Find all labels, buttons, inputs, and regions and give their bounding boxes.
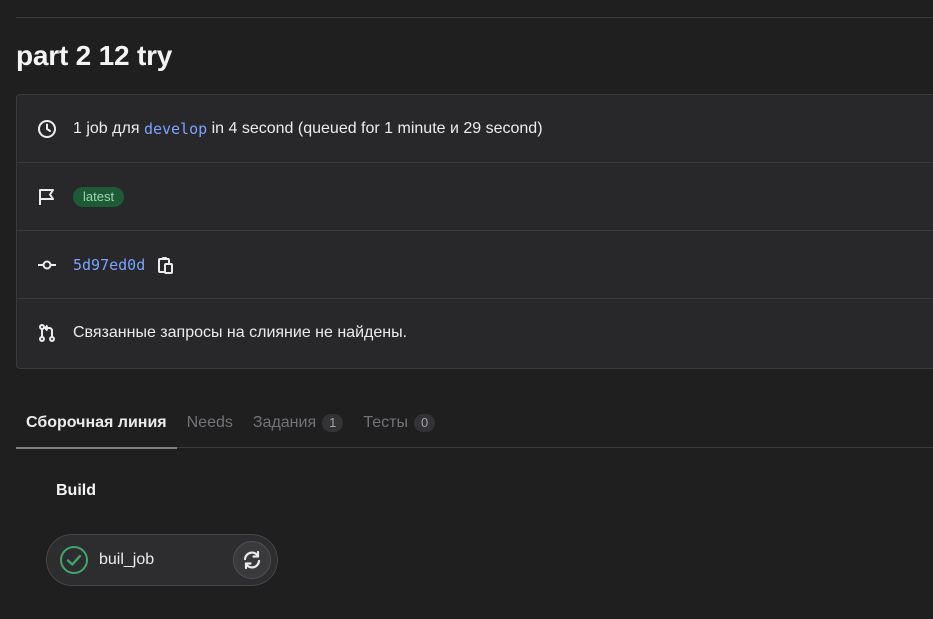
retry-icon[interactable]: [233, 541, 271, 579]
tab-jobs-count: 1: [322, 414, 344, 432]
tab-pipeline-label: Сборочная линия: [26, 414, 167, 431]
tab-tests-label: Тесты: [363, 414, 408, 431]
tab-needs-label: Needs: [186, 414, 233, 431]
job-name: buil_job: [99, 551, 155, 568]
commit-sha-link[interactable]: 5d97ed0d: [73, 256, 145, 274]
check-circle-icon: [59, 545, 89, 575]
pipeline-tabs: Сборочная линия Needs Задания 1 Тесты 0: [16, 398, 933, 449]
tab-pipeline[interactable]: Сборочная линия: [16, 398, 177, 449]
duration-row: 1 job для develop in 4 second (queued fo…: [17, 95, 933, 163]
job-pill[interactable]: buil_job: [46, 534, 278, 586]
commit-icon: [37, 255, 57, 275]
merge-requests-text: Связанные запросы на слияние не найдены.: [73, 324, 408, 341]
top-divider: [16, 17, 933, 18]
stage-title: Build: [56, 482, 96, 499]
jobs-prefix: 1 job для: [73, 119, 140, 137]
copy-icon[interactable]: [157, 255, 175, 275]
latest-badge: latest: [73, 186, 125, 207]
merge-requests-row: Связанные запросы на слияние не найдены.: [17, 299, 933, 367]
flag-icon: [37, 187, 57, 207]
tab-needs[interactable]: Needs: [177, 398, 243, 448]
tab-tests[interactable]: Тесты 0: [353, 398, 445, 448]
commit-row: 5d97ed0d: [17, 231, 933, 299]
branch-link[interactable]: develop: [144, 120, 207, 138]
tab-jobs[interactable]: Задания 1: [243, 398, 353, 448]
clock-icon: [37, 119, 57, 139]
badges-row: latest: [17, 163, 933, 231]
page-title: part 2 12 try: [16, 40, 173, 71]
tab-jobs-label: Задания: [252, 414, 317, 431]
tab-tests-count: 0: [413, 414, 436, 432]
pipeline-info-card: 1 job для develop in 4 second (queued fo…: [16, 94, 933, 369]
merge-request-icon: [37, 323, 57, 343]
jobs-suffix: in 4 second (queued for 1 minute и 29 se…: [211, 119, 543, 137]
